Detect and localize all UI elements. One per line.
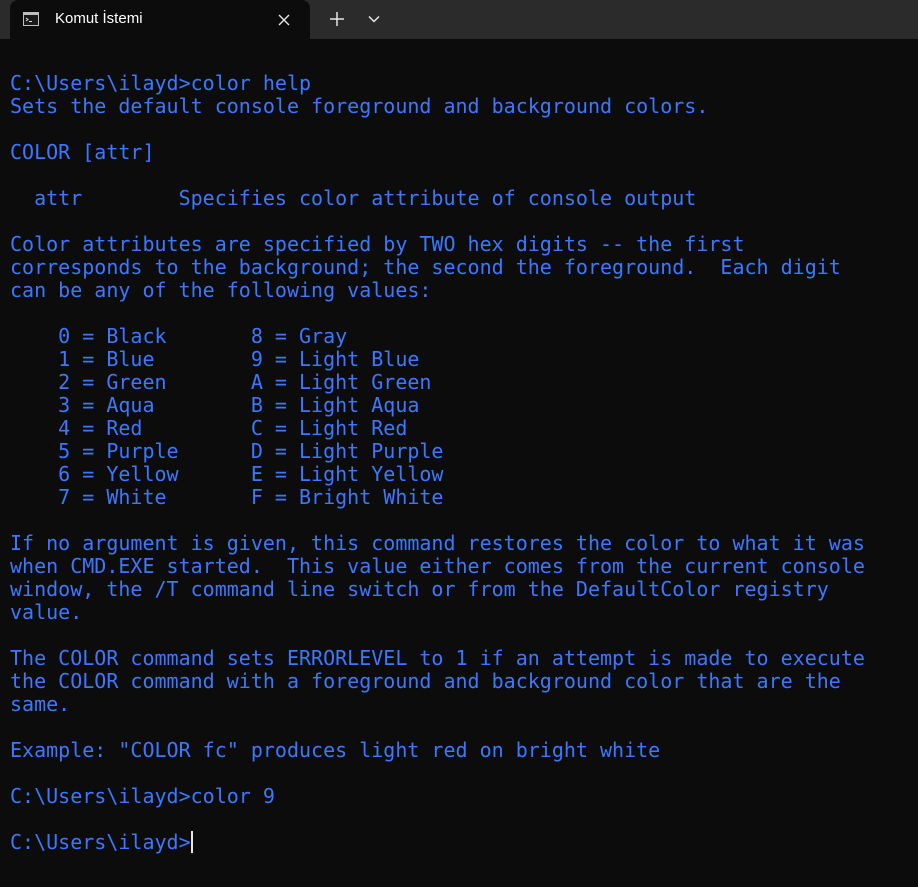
terminal-line: when CMD.EXE started. This value either … (10, 555, 865, 578)
terminal-line: If no argument is given, this command re… (10, 532, 865, 555)
plus-icon[interactable] (326, 8, 348, 30)
terminal-output[interactable]: C:\Users\ilayd>color help Sets the defaul… (10, 72, 910, 854)
terminal-line: C:\Users\ilayd>color help (10, 72, 312, 95)
tab-title: Komut İstemi (55, 10, 143, 27)
chevron-down-icon[interactable] (364, 8, 384, 30)
terminal-line: COLOR [attr] (10, 141, 155, 164)
terminal-line: corresponds to the background; the secon… (10, 256, 841, 279)
terminal-line: same. (10, 693, 71, 716)
prompt-text: C:\Users\ilayd> (10, 831, 191, 854)
terminal-line: can be any of the following values: (10, 279, 432, 302)
terminal-line: 7 = White F = Bright White (10, 486, 444, 509)
terminal-line: Color attributes are specified by TWO he… (10, 233, 745, 256)
terminal-line: 3 = Aqua B = Light Aqua (10, 394, 420, 417)
terminal-icon (23, 11, 39, 26)
title-bar: Komut İstemi (0, 0, 918, 39)
terminal-line: Example: "COLOR fc" produces light red o… (10, 739, 661, 762)
text-cursor (190, 831, 193, 853)
tab-komut-istemi[interactable]: Komut İstemi (10, 0, 310, 39)
terminal-line: window, the /T command line switch or fr… (10, 578, 829, 601)
terminal-line: the COLOR command with a foreground and … (10, 670, 841, 693)
close-icon[interactable] (274, 10, 294, 30)
terminal-line: 6 = Yellow E = Light Yellow (10, 463, 444, 486)
terminal-line: 2 = Green A = Light Green (10, 371, 432, 394)
terminal-line: The COLOR command sets ERRORLEVEL to 1 i… (10, 647, 865, 670)
terminal-line: attr Specifies color attribute of consol… (10, 187, 697, 210)
terminal-line: C:\Users\ilayd>color 9 (10, 785, 275, 808)
terminal-line: 1 = Blue 9 = Light Blue (10, 348, 420, 371)
terminal-line: Sets the default console foreground and … (10, 95, 709, 118)
terminal-line: 0 = Black 8 = Gray (10, 325, 348, 348)
command-prompt[interactable]: C:\Users\ilayd> (10, 831, 910, 854)
terminal-line: 4 = Red C = Light Red (10, 417, 408, 440)
terminal-line: value. (10, 601, 83, 624)
terminal-line: 5 = Purple D = Light Purple (10, 440, 444, 463)
